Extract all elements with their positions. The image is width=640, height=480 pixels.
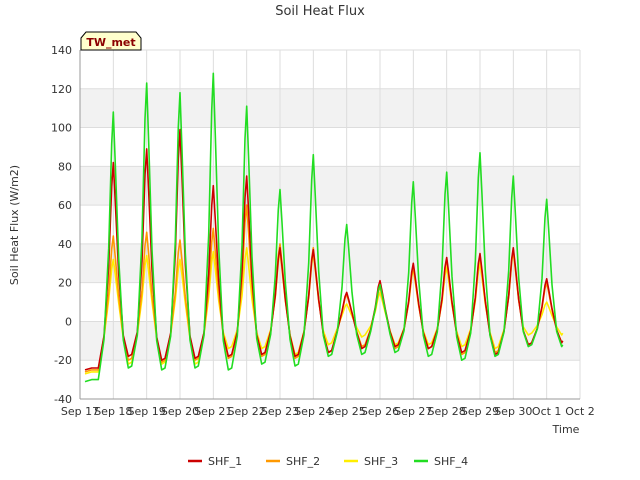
grid-band <box>80 88 580 128</box>
y-tick-label: 60 <box>58 199 72 212</box>
y-tick-label: 140 <box>51 44 72 57</box>
chart-title: Soil Heat Flux <box>275 4 365 19</box>
y-axis-label: Soil Heat Flux (W/m2) <box>8 165 21 285</box>
y-tick-label: 40 <box>58 238 72 251</box>
legend-item: SHF_1 <box>188 455 242 468</box>
soil-heat-flux-chart: -40-20020406080100120140Sep 17Sep 18Sep … <box>8 4 595 468</box>
grid-band <box>80 360 580 399</box>
legend-label: SHF_2 <box>286 455 320 468</box>
grid-band <box>80 50 580 89</box>
grid-band <box>80 205 580 244</box>
legend-item: SHF_4 <box>414 455 468 468</box>
y-tick-label: -20 <box>54 354 72 367</box>
grid-band <box>80 127 580 167</box>
grid-band <box>80 166 580 206</box>
annotation-box: TW_met <box>80 31 142 51</box>
y-tick-label: 80 <box>58 160 72 173</box>
y-tick-label: 100 <box>51 122 72 135</box>
x-axis-label: Time <box>552 423 580 436</box>
legend-item: SHF_2 <box>266 455 320 468</box>
legend-item: SHF_3 <box>344 455 398 468</box>
legend-label: SHF_3 <box>364 455 398 468</box>
x-tick-label: Oct 1 <box>532 405 562 418</box>
x-tick-label: Oct 2 <box>565 405 595 418</box>
legend-label: SHF_1 <box>208 455 242 468</box>
y-tick-label: 0 <box>65 315 72 328</box>
background-bands <box>80 50 580 399</box>
x-tick-label: Sep 30 <box>494 405 532 418</box>
y-tick-label: 20 <box>58 277 72 290</box>
legend: SHF_1 SHF_2 SHF_3 SHF_4 <box>188 455 468 468</box>
annotation-label: TW_met <box>86 36 135 49</box>
grid-band <box>80 243 580 283</box>
y-tick-label: 120 <box>51 83 72 96</box>
legend-label: SHF_4 <box>434 455 468 468</box>
